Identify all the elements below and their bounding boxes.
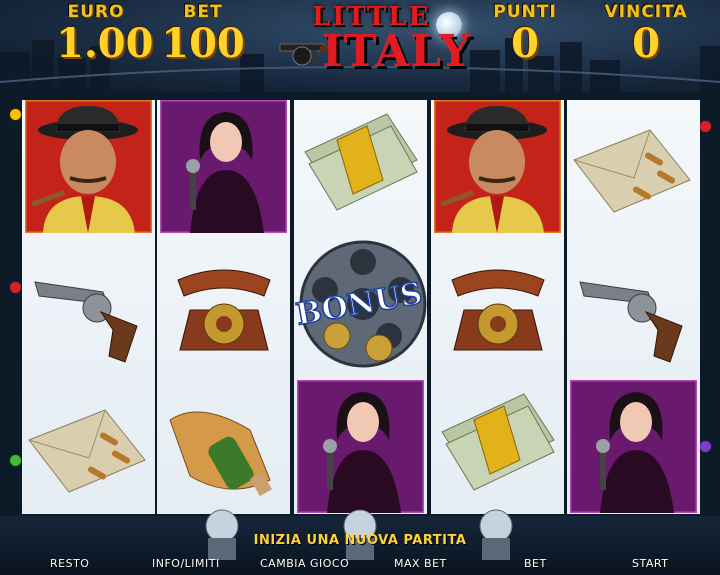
vincita-meter: VINCITA 0 [590, 2, 702, 66]
symbol-money [434, 380, 561, 513]
bet-meter: BET 100 [158, 2, 248, 66]
reel-2 [157, 100, 290, 514]
singer-icon [570, 380, 697, 513]
symbol-envelope [570, 100, 697, 233]
singer-icon [160, 100, 287, 233]
payline-dot-left-mid [9, 281, 22, 294]
reel-3: BONUS [293, 100, 427, 514]
reel-1 [22, 100, 155, 514]
euro-meter: EURO 1.00 [56, 2, 154, 67]
payline-dot-right-top [699, 120, 712, 133]
telephone-icon [177, 269, 271, 351]
symbol-revolver [570, 240, 697, 373]
punti-label: PUNTI [493, 2, 557, 22]
symbol-envelope [25, 380, 152, 513]
change-game-button[interactable]: CAMBIA GIOCO [260, 557, 349, 570]
revolver-icon [579, 281, 683, 363]
payline-dot-right-bottom [699, 440, 712, 453]
envelope-with-bullets-icon [573, 129, 691, 213]
symbol-telephone [434, 240, 561, 373]
bet-label: BET [183, 2, 223, 22]
status-message: INIZIA UNA NUOVA PARTITA [253, 533, 467, 548]
envelope-with-bullets-icon [28, 409, 146, 493]
symbol-telephone [160, 240, 287, 373]
symbol-bonus: BONUS [293, 240, 427, 373]
symbol-bread-bottle [160, 380, 287, 513]
max-bet-button[interactable]: MAX BET [394, 557, 447, 570]
bet-button[interactable]: BET [524, 557, 547, 570]
payline-dot-left-bottom [9, 454, 22, 467]
payline-dot-left-top [9, 108, 22, 121]
symbol-singer [570, 380, 697, 513]
info-limits-button[interactable]: INFO/LIMITI [152, 557, 220, 570]
reel-5 [567, 100, 700, 514]
punti-meter: PUNTI 0 [480, 2, 570, 66]
vincita-label: VINCITA [604, 2, 688, 22]
resto-button[interactable]: RESTO [50, 557, 89, 570]
street-lamp-icon [479, 509, 513, 560]
gangster-icon [25, 100, 152, 233]
gangster-icon [434, 100, 561, 233]
reel-4 [431, 100, 564, 514]
bet-value: 100 [161, 20, 245, 67]
telephone-icon [451, 269, 545, 351]
symbol-revolver [25, 240, 152, 373]
money-stack-icon [304, 113, 418, 211]
revolver-icon [34, 281, 138, 363]
top-bar: EURO 1.00 BET 100 LITTLE ITALY PUNTI 0 V… [0, 0, 720, 92]
bonus-film-reel-icon: BONUS [293, 240, 427, 368]
bread-and-wine-bottle-icon [169, 411, 273, 497]
symbol-singer [297, 380, 424, 513]
vincita-value: 0 [632, 20, 660, 67]
symbol-singer [160, 100, 287, 233]
money-stack-icon [441, 393, 555, 491]
little-italy-logo: LITTLE ITALY [276, 0, 471, 88]
punti-value: 0 [511, 20, 539, 67]
logo-line2: ITALY [322, 26, 472, 77]
start-button[interactable]: START [632, 557, 668, 570]
singer-icon [297, 380, 424, 513]
slot-machine-screen: EURO 1.00 BET 100 LITTLE ITALY PUNTI 0 V… [0, 0, 720, 575]
street-lamp-icon [205, 509, 239, 560]
euro-value: 1.00 [56, 20, 154, 67]
symbol-money [297, 100, 424, 233]
symbol-gangster [25, 100, 152, 233]
euro-label: EURO [67, 2, 125, 22]
symbol-gangster [434, 100, 561, 233]
